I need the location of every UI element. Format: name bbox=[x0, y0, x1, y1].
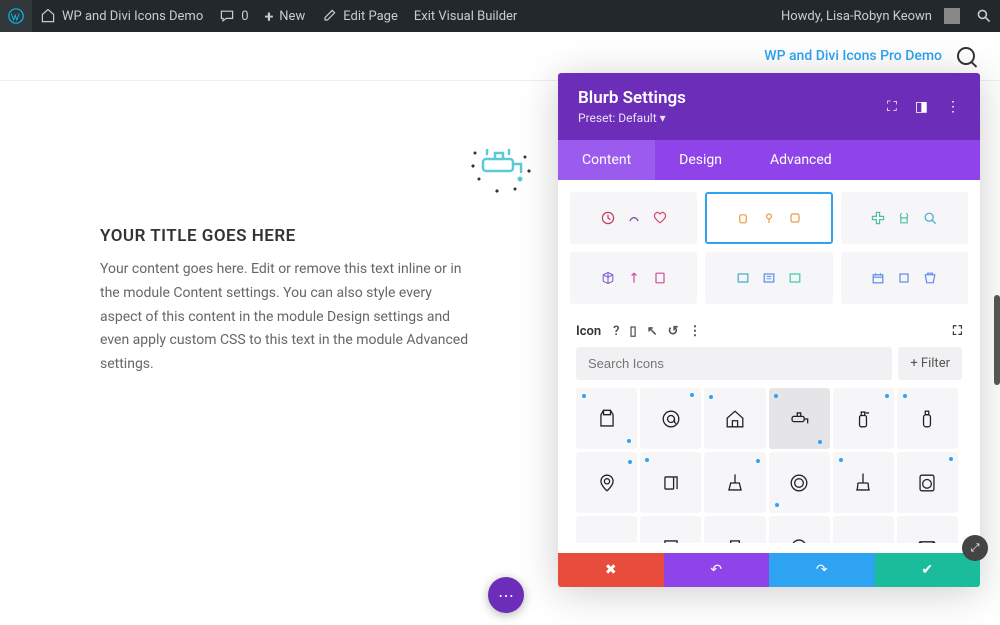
scrollbar-handle[interactable] bbox=[994, 295, 1000, 385]
site-name[interactable]: WP and Divi Icons Demo bbox=[32, 0, 211, 32]
icon-option-house[interactable] bbox=[704, 388, 765, 449]
cancel-button[interactable]: ✖ bbox=[558, 553, 664, 587]
tab-content[interactable]: Content bbox=[558, 140, 655, 180]
undo-button[interactable]: ↶ bbox=[664, 553, 770, 587]
icon-field-label: Icon bbox=[576, 324, 601, 339]
icon-option-towel[interactable] bbox=[640, 452, 701, 513]
search-icon[interactable] bbox=[968, 0, 1000, 32]
icon-option-mop[interactable] bbox=[833, 452, 894, 513]
icon-option-spray[interactable] bbox=[833, 388, 894, 449]
icon-option-bottle[interactable] bbox=[897, 388, 958, 449]
filter-button[interactable]: + Filter bbox=[898, 347, 962, 380]
expand-icon[interactable]: ⛶ bbox=[887, 99, 897, 115]
icon-option-plate[interactable] bbox=[769, 452, 830, 513]
tab-advanced[interactable]: Advanced bbox=[746, 140, 856, 180]
tab-design[interactable]: Design bbox=[655, 140, 746, 180]
exit-visual-builder[interactable]: Exit Visual Builder bbox=[406, 0, 525, 32]
icon-option[interactable] bbox=[704, 516, 765, 543]
icon-option-washer[interactable] bbox=[897, 452, 958, 513]
blurb-settings-panel: Blurb Settings Preset: Default ▾ ⛶ ◨ ⋮ C… bbox=[558, 73, 980, 587]
icon-picker-grid bbox=[576, 388, 962, 543]
preset-cell[interactable] bbox=[705, 252, 832, 304]
kebab-menu-icon[interactable]: ⋮ bbox=[946, 99, 960, 115]
preset-selector[interactable]: Preset: Default ▾ bbox=[578, 111, 686, 125]
search-input[interactable] bbox=[576, 347, 892, 380]
blurb-content[interactable]: Your content goes here. Edit or remove t… bbox=[100, 258, 470, 377]
panel-header[interactable]: Blurb Settings Preset: Default ▾ ⛶ ◨ ⋮ bbox=[558, 73, 980, 140]
hover-icon[interactable]: ↖ bbox=[647, 324, 658, 339]
preset-cell-selected[interactable] bbox=[705, 192, 832, 244]
reset-icon[interactable]: ↺ bbox=[668, 324, 679, 339]
divi-fab-menu[interactable]: ⋯ bbox=[488, 577, 524, 613]
search-icon[interactable] bbox=[957, 47, 975, 65]
icon-option-apron[interactable] bbox=[576, 388, 637, 449]
icon-option[interactable] bbox=[576, 516, 637, 543]
help-icon[interactable]: ? bbox=[613, 324, 619, 339]
snap-icon[interactable]: ◨ bbox=[915, 99, 928, 115]
panel-tabs: Content Design Advanced bbox=[558, 140, 980, 180]
preset-cell[interactable] bbox=[570, 192, 697, 244]
icon-option-faucet-selected[interactable] bbox=[769, 388, 830, 449]
expand-icon[interactable]: ⛶ bbox=[953, 324, 962, 339]
panel-title: Blurb Settings bbox=[578, 88, 686, 108]
responsive-icon[interactable]: ▯ bbox=[630, 324, 637, 339]
preset-cell[interactable] bbox=[841, 252, 968, 304]
comments-count[interactable]: 0 bbox=[211, 0, 256, 32]
avatar bbox=[944, 8, 960, 24]
preset-cell[interactable] bbox=[570, 252, 697, 304]
resize-handle[interactable]: ⤢ bbox=[962, 535, 988, 561]
save-button[interactable]: ✔ bbox=[875, 553, 981, 587]
icon-option[interactable] bbox=[769, 516, 830, 543]
icon-option[interactable] bbox=[640, 516, 701, 543]
page-link[interactable]: WP and Divi Icons Pro Demo bbox=[764, 48, 942, 64]
panel-actions: ✖ ↶ ↷ ✔ bbox=[558, 553, 980, 587]
icon-option-pin[interactable] bbox=[576, 452, 637, 513]
preset-cell[interactable] bbox=[841, 192, 968, 244]
redo-button[interactable]: ↷ bbox=[769, 553, 875, 587]
new-content[interactable]: +New bbox=[257, 0, 314, 32]
user-greeting[interactable]: Howdy, Lisa-Robyn Keown bbox=[773, 0, 968, 32]
icon-option[interactable] bbox=[897, 516, 958, 543]
icon-option-broom[interactable] bbox=[704, 452, 765, 513]
icon-style-presets bbox=[558, 180, 980, 316]
edit-page[interactable]: Edit Page bbox=[313, 0, 406, 32]
wp-admin-bar: WP and Divi Icons Demo 0 +New Edit Page … bbox=[0, 0, 1000, 32]
icon-option-at-sign[interactable] bbox=[640, 388, 701, 449]
kebab-menu-icon[interactable]: ⋮ bbox=[689, 324, 702, 339]
wp-logo[interactable] bbox=[0, 0, 32, 32]
icon-option[interactable] bbox=[833, 516, 894, 543]
